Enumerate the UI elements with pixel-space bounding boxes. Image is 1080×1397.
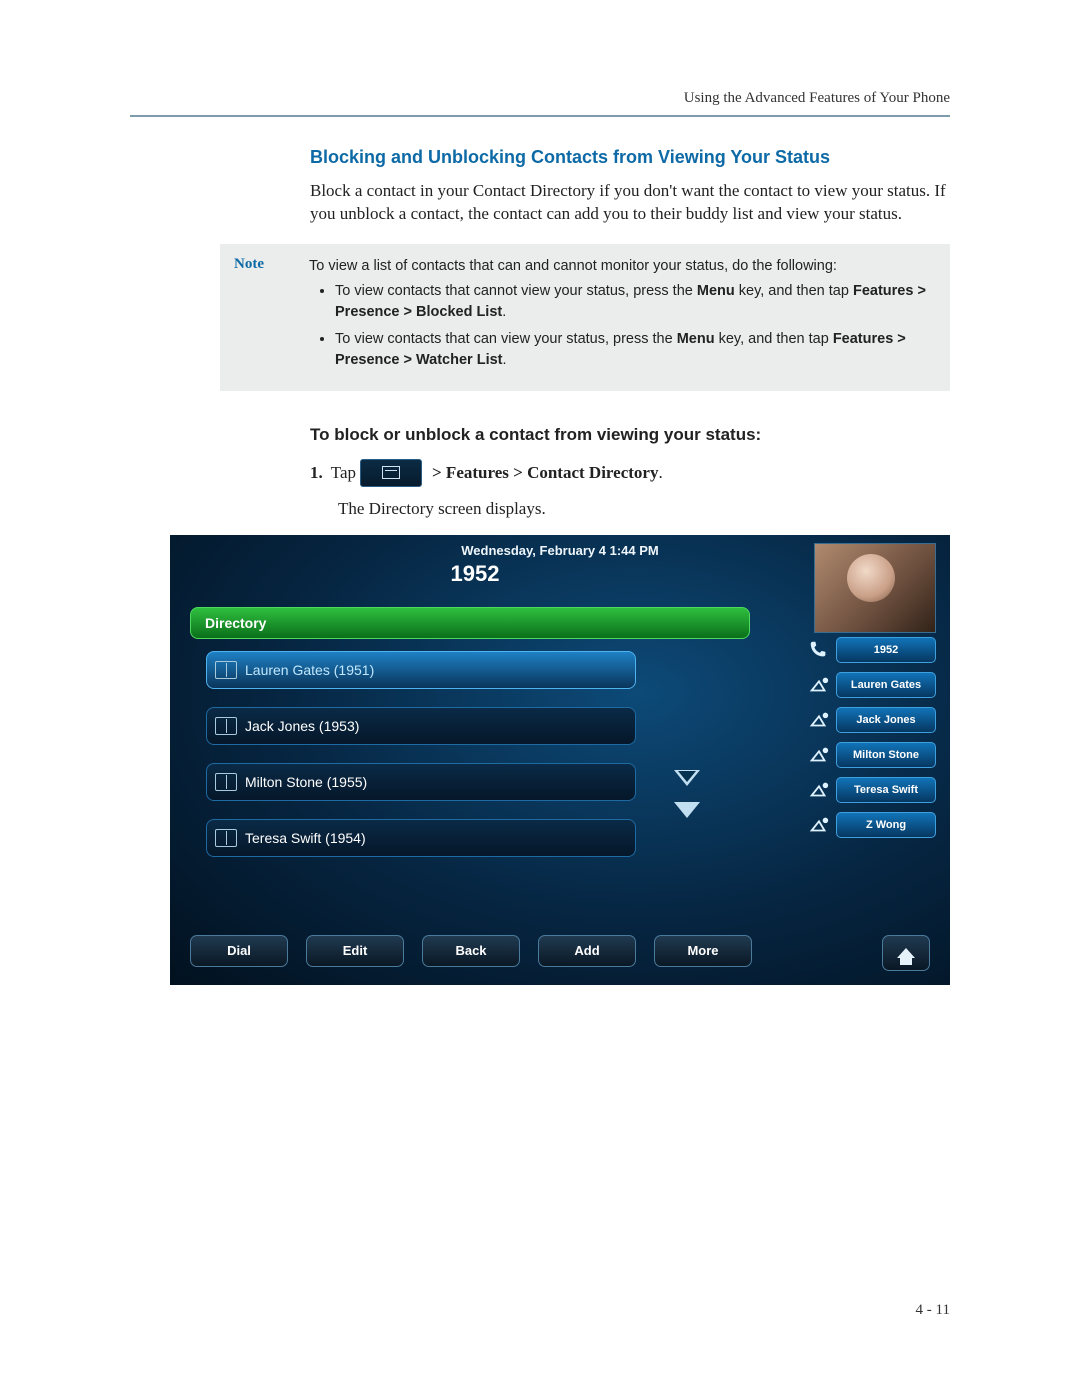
step-period: . — [658, 463, 662, 483]
directory-item[interactable]: Lauren Gates (1951) — [206, 651, 636, 689]
note-body: To view a list of contacts that can and … — [309, 256, 936, 377]
note-label: Note — [234, 256, 309, 377]
note-bullet-blocked: To view contacts that cannot view your s… — [335, 281, 936, 323]
side-line-row[interactable]: 1952 — [796, 637, 936, 663]
side-contact-row[interactable]: Teresa Swift — [796, 777, 936, 803]
contact-name: Jack Jones (1953) — [245, 718, 359, 734]
side-contact-row[interactable]: Milton Stone — [796, 742, 936, 768]
directory-list: Lauren Gates (1951) Jack Jones (1953) Mi… — [206, 651, 636, 875]
side-contact-button[interactable]: Teresa Swift — [836, 777, 936, 803]
step-number: 1. — [310, 463, 323, 483]
directory-item[interactable]: Jack Jones (1953) — [206, 707, 636, 745]
side-contact-row[interactable]: Z Wong — [796, 812, 936, 838]
avatar — [814, 543, 936, 633]
section-title: Blocking and Unblocking Contacts from Vi… — [310, 147, 950, 168]
note-lead: To view a list of contacts that can and … — [309, 258, 837, 274]
note-text: To view contacts that can view your stat… — [335, 331, 677, 347]
contact-name: Lauren Gates (1951) — [245, 662, 374, 678]
home-icon — [897, 948, 915, 958]
softkey-add[interactable]: Add — [538, 935, 636, 967]
directory-item[interactable]: Teresa Swift (1954) — [206, 819, 636, 857]
presence-icon — [808, 744, 830, 766]
side-contacts: 1952 Lauren Gates Jack Jones — [796, 637, 936, 847]
menu-key: Menu — [677, 331, 715, 347]
presence-icon — [808, 674, 830, 696]
side-contact-row[interactable]: Jack Jones — [796, 707, 936, 733]
directory-item[interactable]: Milton Stone (1955) — [206, 763, 636, 801]
running-head: Using the Advanced Features of Your Phon… — [130, 90, 950, 115]
note-bullet-watcher: To view contacts that can view your stat… — [335, 329, 936, 371]
step-followup: The Directory screen displays. — [338, 499, 950, 519]
note-text: . — [502, 304, 506, 320]
step-nav-path: > Features > Contact Directory — [432, 463, 658, 483]
step-text-tap: Tap — [331, 463, 356, 483]
note-text: To view contacts that cannot view your s… — [335, 283, 697, 299]
phone-screenshot: Wednesday, February 4 1:44 PM 1952 Direc… — [170, 535, 950, 985]
softkey-more[interactable]: More — [654, 935, 752, 967]
contact-name: Teresa Swift (1954) — [245, 830, 366, 846]
presence-icon — [808, 709, 830, 731]
menu-icon — [360, 459, 422, 487]
contact-name: Milton Stone (1955) — [245, 774, 367, 790]
softkey-dial[interactable]: Dial — [190, 935, 288, 967]
presence-icon — [808, 779, 830, 801]
page-number: 4 - 11 — [916, 1302, 950, 1319]
note-text: key, and then tap — [735, 283, 853, 299]
nav-arrows — [662, 759, 712, 829]
side-contact-button[interactable]: Lauren Gates — [836, 672, 936, 698]
directory-header[interactable]: Directory — [190, 607, 750, 639]
phone-line-number: 1952 — [170, 561, 780, 587]
contact-icon — [215, 717, 237, 735]
header-rule — [130, 115, 950, 117]
contact-icon — [215, 829, 237, 847]
contact-icon — [215, 773, 237, 791]
step-1: 1. Tap > Features > Contact Directory. — [310, 459, 950, 487]
scroll-down-fast-icon[interactable] — [670, 797, 704, 823]
procedure-title: To block or unblock a contact from viewi… — [310, 425, 950, 445]
note-text: key, and then tap — [715, 331, 833, 347]
note-block: Note To view a list of contacts that can… — [220, 244, 950, 391]
note-text: . — [503, 352, 507, 368]
intro-paragraph: Block a contact in your Contact Director… — [310, 180, 950, 226]
scroll-down-icon[interactable] — [670, 765, 704, 791]
home-button[interactable] — [882, 935, 930, 971]
handset-icon — [808, 639, 830, 661]
presence-icon — [808, 814, 830, 836]
softkey-bar: Dial Edit Back Add More — [190, 935, 930, 971]
side-line-button[interactable]: 1952 — [836, 637, 936, 663]
side-contact-button[interactable]: Jack Jones — [836, 707, 936, 733]
softkey-edit[interactable]: Edit — [306, 935, 404, 967]
side-contact-row[interactable]: Lauren Gates — [796, 672, 936, 698]
side-contact-button[interactable]: Z Wong — [836, 812, 936, 838]
side-contact-button[interactable]: Milton Stone — [836, 742, 936, 768]
softkey-back[interactable]: Back — [422, 935, 520, 967]
menu-key: Menu — [697, 283, 735, 299]
contact-icon — [215, 661, 237, 679]
